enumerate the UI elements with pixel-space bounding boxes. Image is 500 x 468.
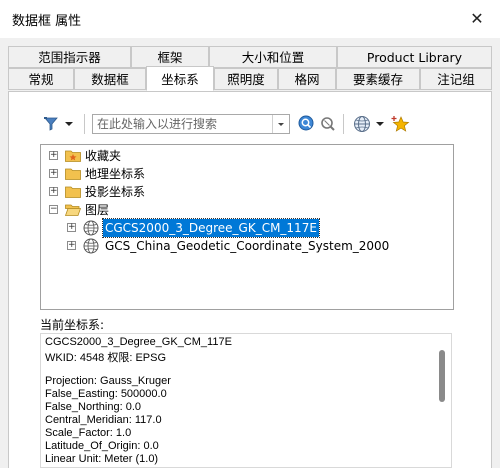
tab-coordinate-system[interactable]: 坐标系 <box>146 66 214 91</box>
details-line: False_Easting: 500000.0 <box>45 388 167 400</box>
window-title: 数据框 属性 <box>12 14 82 29</box>
chevron-down-icon[interactable] <box>62 114 76 134</box>
search-field[interactable] <box>92 114 290 134</box>
tab-label: 要素缓存 <box>352 72 403 87</box>
search-dropdown-button[interactable] <box>272 115 289 133</box>
search-button[interactable] <box>297 114 317 134</box>
tree-item-geographic-cs[interactable]: + 地理坐标系 <box>41 165 441 183</box>
tab-label: 照明度 <box>227 72 265 87</box>
tab-size-position[interactable]: 大小和位置 <box>209 46 337 68</box>
expand-icon[interactable]: + <box>49 169 58 178</box>
tab-label: 注记组 <box>437 72 475 87</box>
globe-icon[interactable] <box>352 114 372 134</box>
tree-item-label-selected: CGCS2000_3_Degree_GK_CM_117E <box>102 218 320 238</box>
tree-item-label: 投影坐标系 <box>85 185 146 199</box>
filter-dropdown-button[interactable] <box>62 114 76 134</box>
clear-search-icon[interactable] <box>319 114 339 134</box>
tree-item-projected-cs[interactable]: + 投影坐标系 <box>41 183 441 201</box>
details-line: Linear Unit: Meter (1.0) <box>45 453 159 465</box>
tree-item-favorites[interactable]: + 收藏夹 <box>41 147 441 165</box>
toolbar-separator <box>84 114 85 134</box>
details-line: Scale_Factor: 1.0 <box>45 427 132 439</box>
details-line: Central_Meridian: 117.0 <box>45 414 162 426</box>
favorites-folder-icon <box>65 150 81 162</box>
tab-grids[interactable]: 格网 <box>278 68 336 90</box>
tree-item-label: 收藏夹 <box>85 149 122 163</box>
details-line: False_Northing: 0.0 <box>45 401 141 413</box>
tab-illumination[interactable]: 照明度 <box>214 68 278 90</box>
open-folder-icon <box>65 204 81 216</box>
tree-item-label: 图层 <box>85 203 110 217</box>
star-icon[interactable] <box>390 114 412 134</box>
expand-icon[interactable]: + <box>49 187 58 196</box>
chevron-down-icon[interactable] <box>276 115 286 133</box>
tab-product-library[interactable]: Product Library <box>337 46 492 68</box>
details-line: Latitude_Of_Origin: 0.0 <box>45 440 159 452</box>
tab-feature-cache[interactable]: 要素缓存 <box>336 68 420 90</box>
details-scrollbar[interactable] <box>439 350 445 402</box>
tab-label: 坐标系 <box>161 72 199 87</box>
filter-icon[interactable] <box>42 114 62 134</box>
filter-button[interactable] <box>42 114 62 134</box>
tab-extent-indicators[interactable]: 范围指示器 <box>8 46 131 68</box>
current-cs-details[interactable]: CGCS2000_3_Degree_GK_CM_117E WKID: 4548 … <box>40 333 452 468</box>
tab-label: 范围指示器 <box>38 50 101 65</box>
details-line: WKID: 4548 权限: EPSG <box>45 352 167 364</box>
tree-item-cgcs2000-gk[interactable]: + CGCS2000_3_Degree_GK_CM_117E <box>41 218 441 238</box>
close-icon[interactable]: ✕ <box>470 9 483 28</box>
search-input[interactable] <box>93 115 279 133</box>
tab-label: 框架 <box>157 50 183 65</box>
tab-frame[interactable]: 框架 <box>131 46 209 68</box>
toolbar-separator <box>343 114 344 134</box>
expand-icon[interactable]: + <box>67 223 76 232</box>
tab-annotation-groups[interactable]: 注记组 <box>420 68 492 90</box>
tree-item-layers[interactable]: − 图层 <box>41 201 441 219</box>
folder-icon <box>65 168 81 180</box>
globe-icon <box>83 220 99 236</box>
tab-label: 数据框 <box>91 72 129 87</box>
add-to-favorites-button[interactable] <box>390 114 410 134</box>
current-cs-label: 当前坐标系: <box>40 318 105 332</box>
add-cs-dropdown-button[interactable] <box>374 114 386 134</box>
search-icon[interactable] <box>297 114 317 134</box>
globe-icon <box>83 238 99 254</box>
close-button[interactable]: ✕ <box>454 0 500 38</box>
tab-label: Product Library <box>366 50 463 65</box>
tab-general[interactable]: 常规 <box>8 68 74 90</box>
folder-icon <box>65 186 81 198</box>
expand-icon[interactable]: + <box>67 241 76 250</box>
chevron-down-icon[interactable] <box>374 114 386 134</box>
details-line: Projection: Gauss_Kruger <box>45 375 171 387</box>
tree-item-label: 地理坐标系 <box>85 167 146 181</box>
title-bar: 数据框 属性 ✕ <box>0 0 500 38</box>
tab-label: 格网 <box>294 72 320 87</box>
collapse-icon[interactable]: − <box>49 205 58 214</box>
tab-data-frame[interactable]: 数据框 <box>74 68 146 90</box>
details-line: CGCS2000_3_Degree_GK_CM_117E <box>45 336 232 348</box>
clear-search-button[interactable] <box>319 114 339 134</box>
tree-item-gcs-china-2000[interactable]: + GCS_China_Geodetic_Coordinate_System_2… <box>41 237 441 255</box>
tab-label: 常规 <box>28 72 54 87</box>
coordinate-system-tree[interactable]: + 收藏夹 + 地理坐标系 + 投影坐标系 − 图层 + CGCS2000_3_… <box>40 144 454 310</box>
add-coordinate-system-button[interactable] <box>352 114 372 134</box>
expand-icon[interactable]: + <box>49 151 58 160</box>
tree-item-label: GCS_China_Geodetic_Coordinate_System_200… <box>105 239 390 253</box>
tab-label: 大小和位置 <box>241 50 305 65</box>
